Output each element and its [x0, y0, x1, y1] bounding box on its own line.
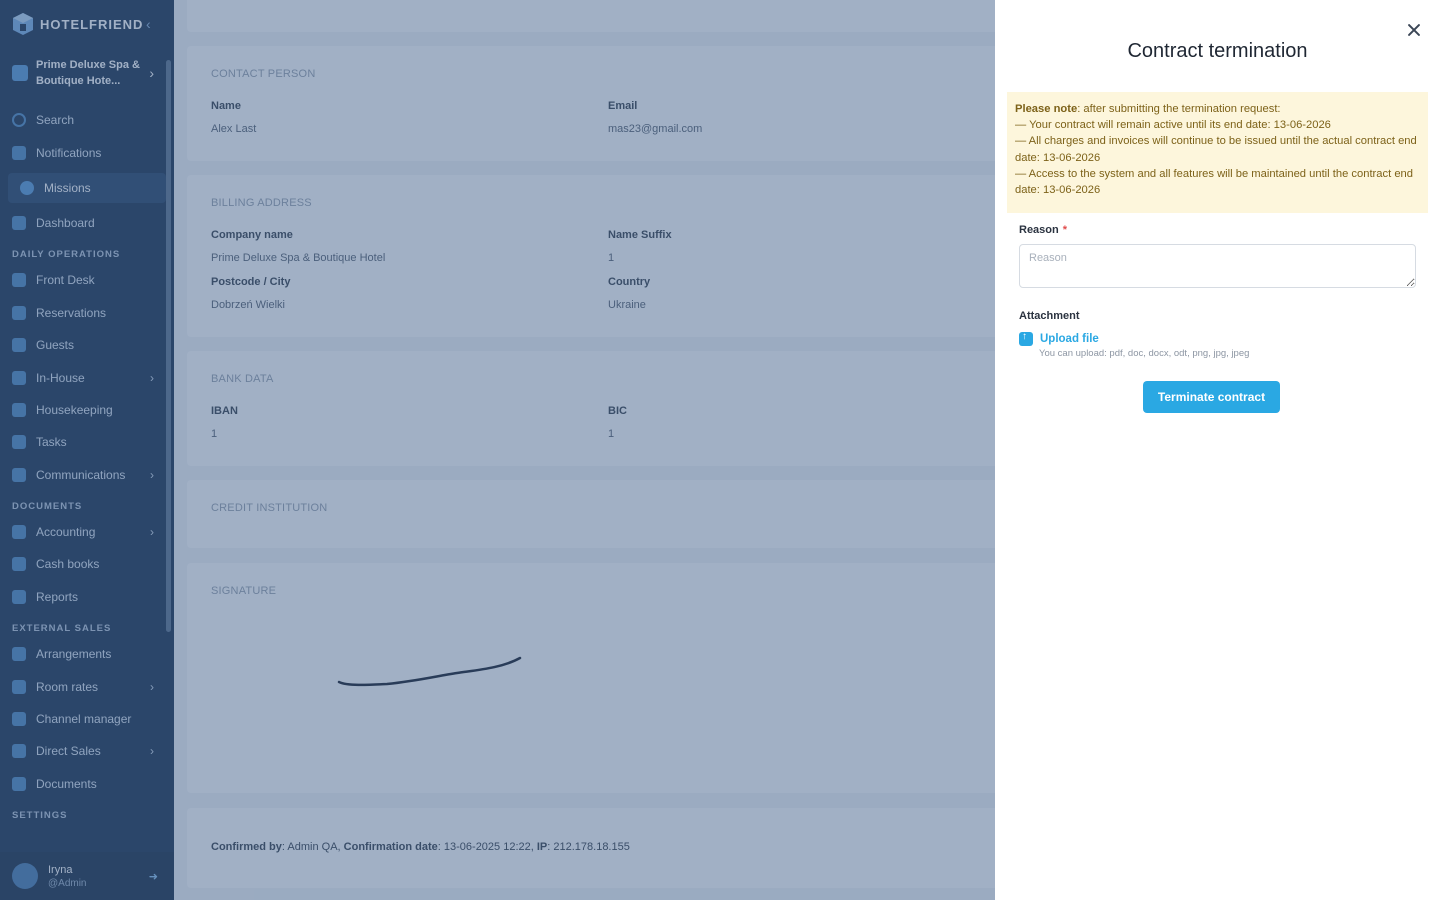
- termination-note: Please note: after submitting the termin…: [1007, 92, 1428, 213]
- close-icon[interactable]: [1403, 20, 1425, 42]
- modal-backdrop[interactable]: [0, 0, 995, 900]
- upload-file-label: Upload file: [1040, 333, 1099, 345]
- reason-label-text: Reason: [1019, 224, 1059, 236]
- contract-termination-drawer: Contract termination Please note: after …: [995, 0, 1440, 900]
- terminate-contract-button[interactable]: Terminate contract: [1143, 381, 1280, 413]
- reason-input[interactable]: [1019, 244, 1416, 288]
- drawer-title: Contract termination: [1127, 40, 1308, 62]
- note-line: — All charges and invoices will continue…: [1015, 135, 1417, 164]
- upload-icon: [1019, 331, 1033, 346]
- attachment-label: Attachment: [1019, 310, 1080, 322]
- note-line: — Access to the system and all features …: [1015, 167, 1413, 197]
- note-line: — Your contract will remain active until…: [1015, 119, 1331, 132]
- reason-label: Reason *: [1019, 224, 1067, 236]
- required-asterisk: *: [1062, 224, 1068, 236]
- note-bold: Please note: [1015, 103, 1078, 115]
- note-intro: : after submitting the termination reque…: [1077, 103, 1281, 115]
- upload-hint: You can upload: pdf, doc, docx, odt, png…: [1039, 348, 1250, 359]
- upload-file-button[interactable]: Upload file: [1019, 331, 1099, 346]
